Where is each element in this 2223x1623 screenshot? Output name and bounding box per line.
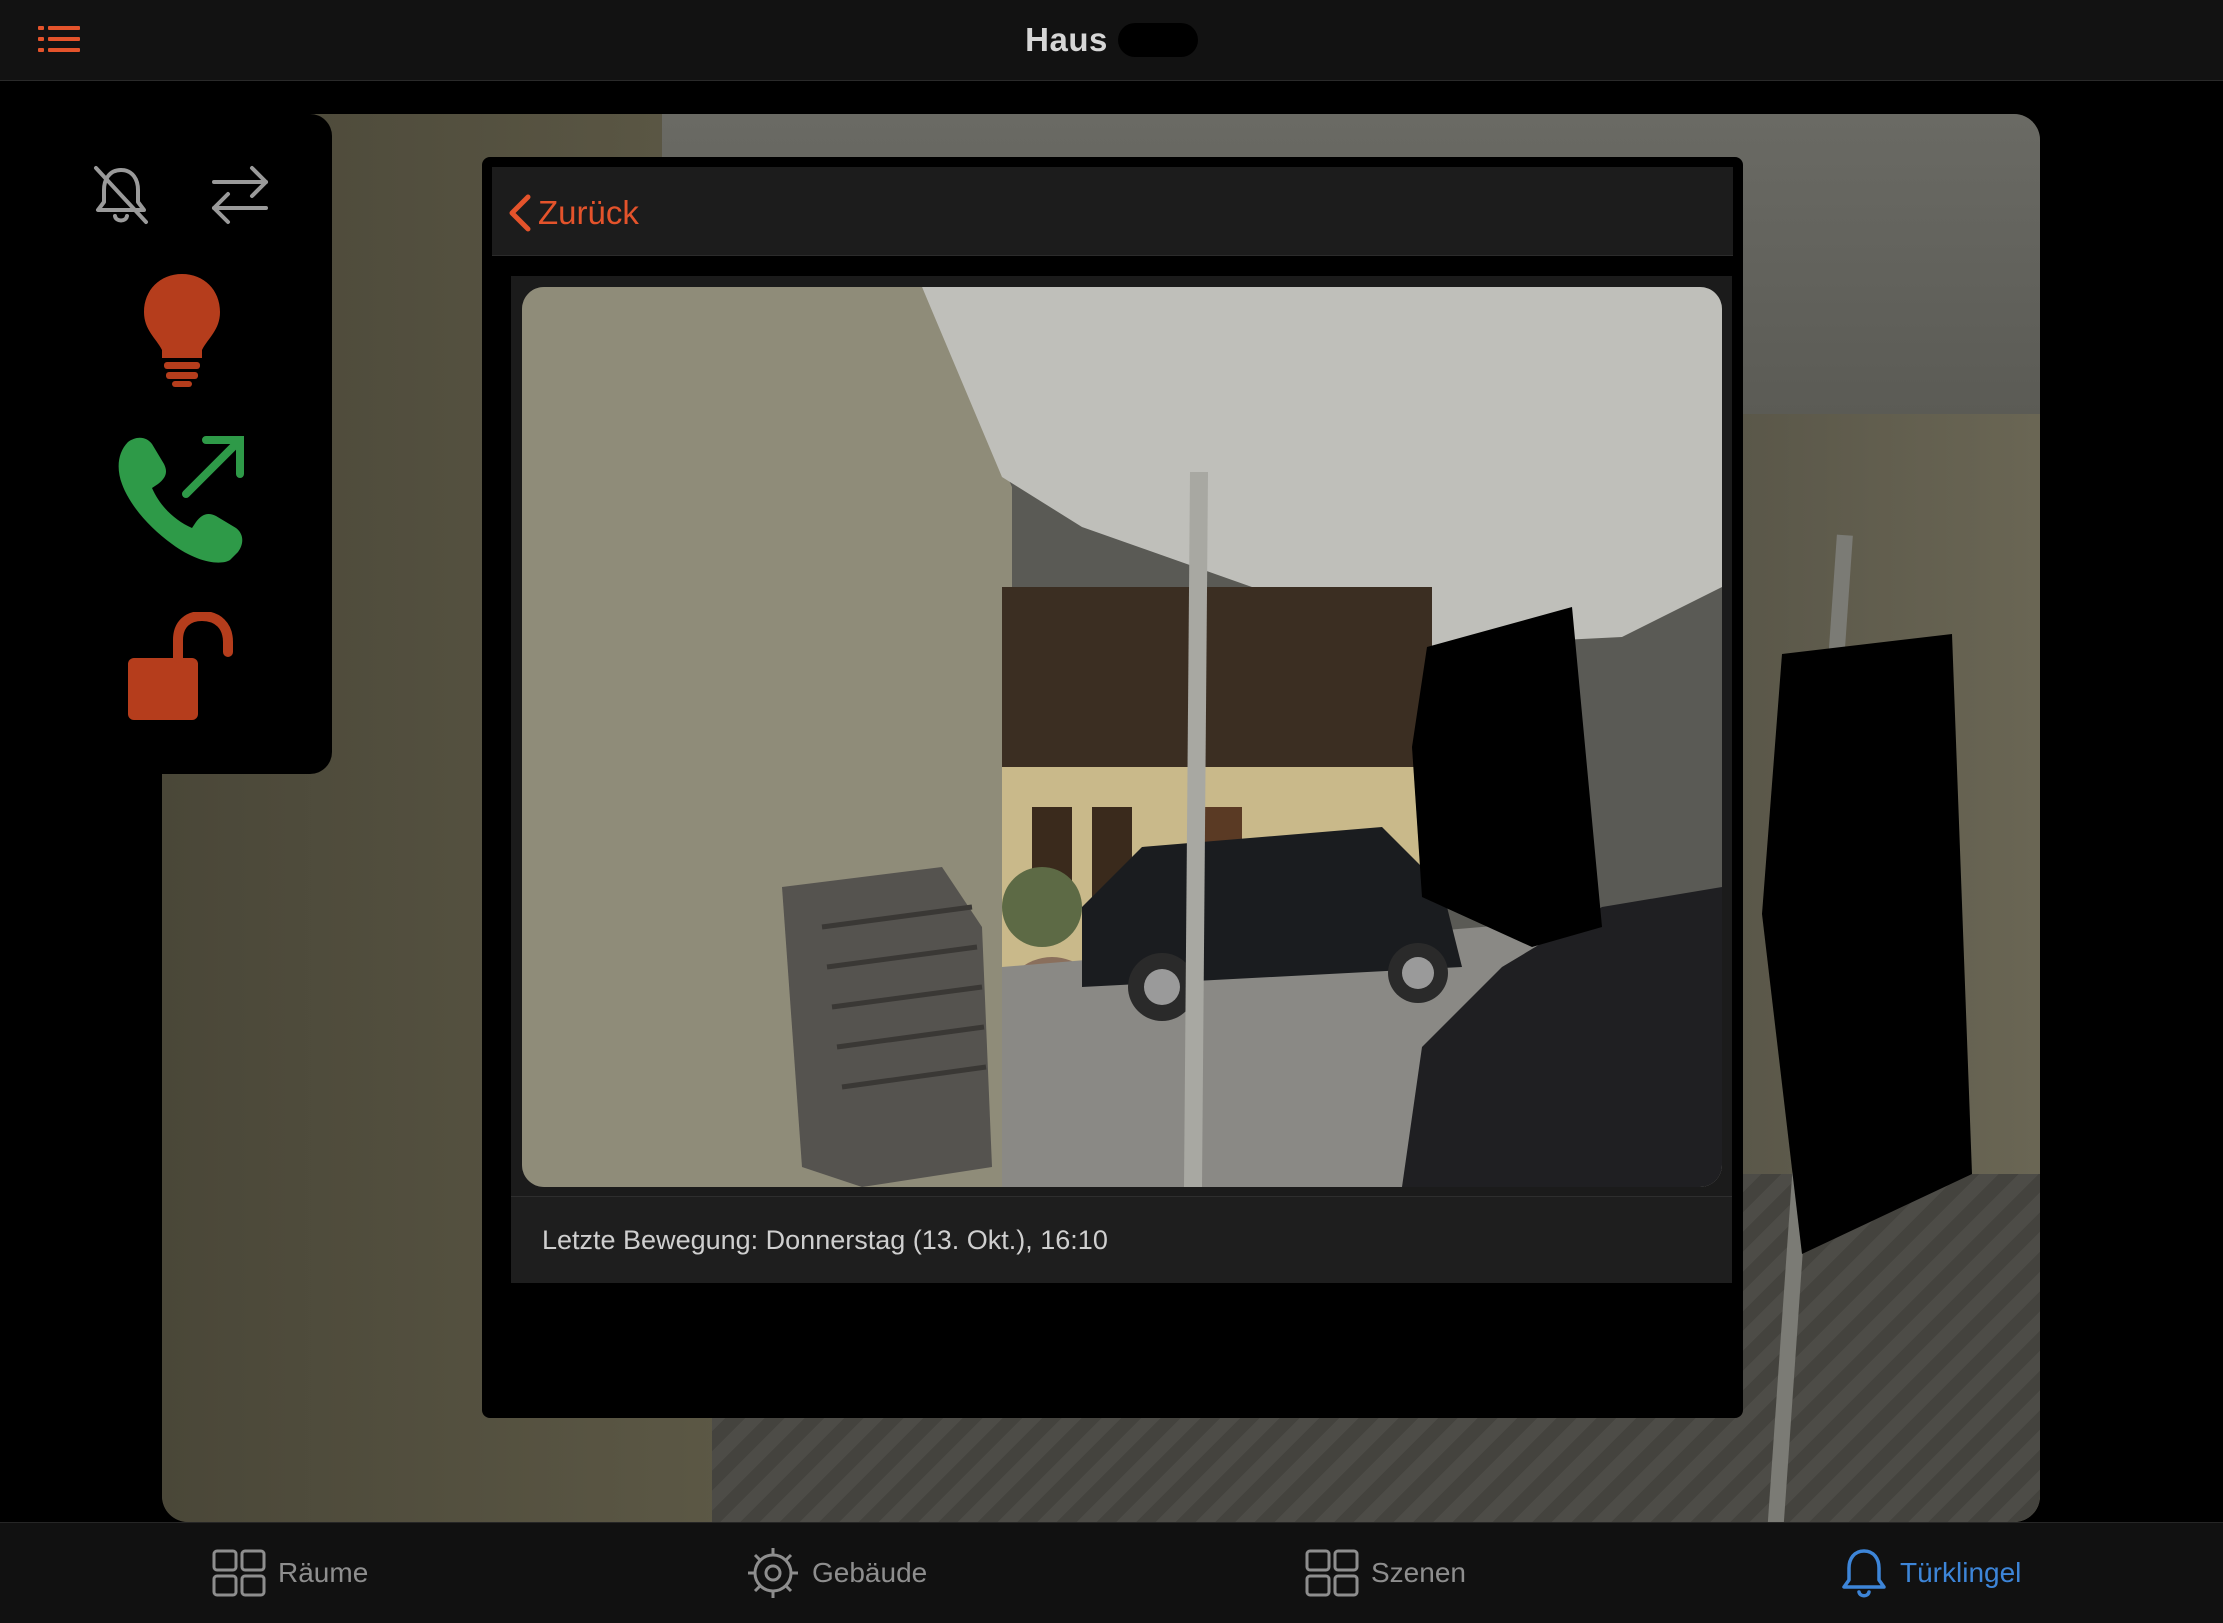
redaction-mark xyxy=(1762,634,1972,1254)
tab-bar: Räume Gebäude Szenen Türklingel xyxy=(0,1522,2223,1623)
title-container: Haus xyxy=(0,0,2223,80)
last-motion-row: Letzte Bewegung: Donnerstag (13. Okt.), … xyxy=(511,1196,1732,1283)
page-title: Haus xyxy=(1025,21,1108,58)
last-motion-text: Letzte Bewegung: Donnerstag (13. Okt.), … xyxy=(542,1224,1108,1255)
lightbulb-icon[interactable] xyxy=(140,270,224,393)
tab-label: Türklingel xyxy=(1900,1557,2022,1588)
tab-szenen[interactable]: Szenen xyxy=(1305,1523,1466,1623)
back-button-label: Zurück xyxy=(538,194,639,231)
door-control-panel xyxy=(0,114,332,774)
modal-header: Zurück xyxy=(492,167,1733,256)
tab-tuerklingel[interactable]: Türklingel xyxy=(1840,1523,2021,1623)
phone-outgoing-icon[interactable] xyxy=(116,432,248,569)
top-bar: Haus xyxy=(0,0,2223,81)
tab-label: Räume xyxy=(278,1557,369,1588)
redaction-mark xyxy=(1117,23,1198,57)
unlock-icon[interactable] xyxy=(126,610,240,727)
tab-gebaeude[interactable]: Gebäude xyxy=(746,1523,927,1623)
gear-icon xyxy=(748,1548,798,1598)
grid-icon xyxy=(1305,1549,1359,1597)
chevron-left-icon xyxy=(509,194,531,232)
tab-label: Gebäude xyxy=(812,1557,928,1588)
tab-label: Szenen xyxy=(1371,1557,1466,1588)
bell-muted-icon[interactable] xyxy=(90,162,152,233)
tab-raeume[interactable]: Räume xyxy=(212,1523,368,1623)
camera-modal: Zurück Letzte Bewegung: Donnerstag (13. … xyxy=(482,157,1743,1418)
back-button[interactable]: Zurück xyxy=(506,193,639,233)
camera-snapshot-image[interactable] xyxy=(522,287,1722,1187)
swap-arrows-icon[interactable] xyxy=(208,162,272,233)
bell-icon xyxy=(1842,1549,1886,1598)
grid-icon xyxy=(212,1549,266,1597)
